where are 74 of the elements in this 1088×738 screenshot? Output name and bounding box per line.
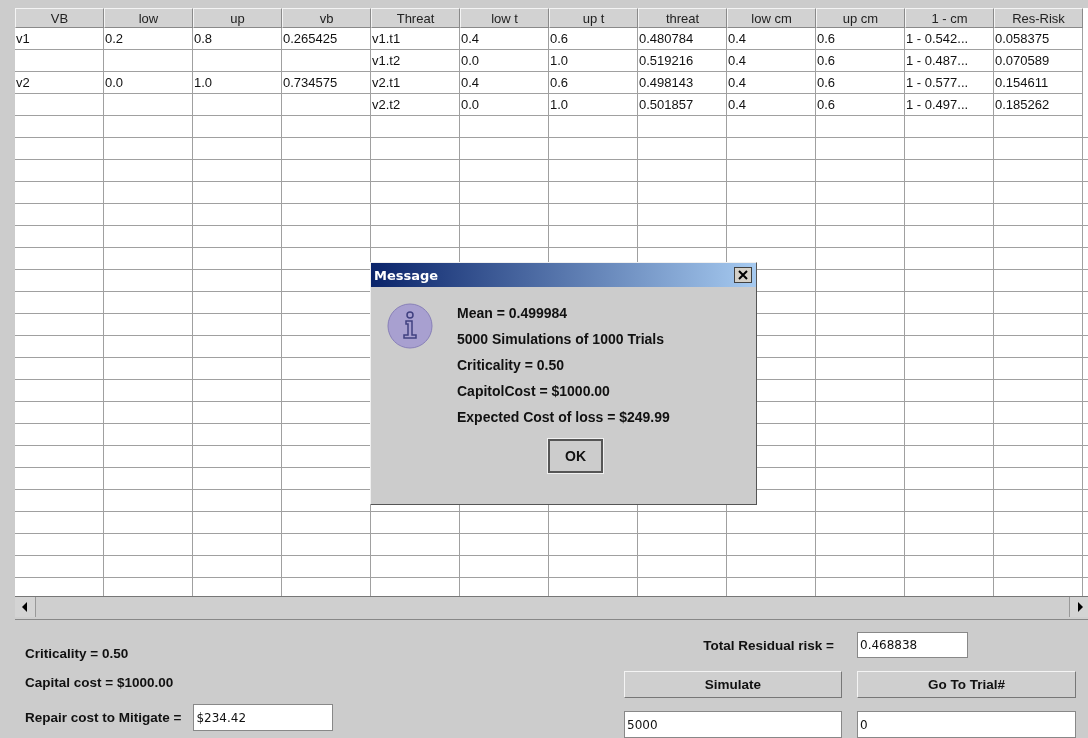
table-cell: 0.8 xyxy=(193,28,282,50)
message-text: Expected Cost of loss = $249.99 xyxy=(457,409,670,427)
ok-button[interactable]: OK xyxy=(548,439,603,473)
table-cell: v2.t1 xyxy=(371,72,460,94)
table-cell: 0.058375 xyxy=(994,28,1083,50)
table-cell: 0.265425 xyxy=(282,28,371,50)
table-cell: 0.4 xyxy=(727,94,816,116)
column-header[interactable]: up xyxy=(193,8,282,28)
close-icon[interactable] xyxy=(734,267,752,283)
table-cell: v1.t2 xyxy=(371,50,460,72)
column-header[interactable]: low t xyxy=(460,8,549,28)
table-cell: 1.0 xyxy=(193,72,282,94)
table-cell: 0.6 xyxy=(549,28,638,50)
info-icon xyxy=(387,303,433,349)
residual-risk-field[interactable]: 0.468838 xyxy=(857,632,968,658)
message-text: CapitolCost = $1000.00 xyxy=(457,383,611,401)
table-cell: 0.6 xyxy=(549,72,638,94)
table-cell: 0.4 xyxy=(727,50,816,72)
table-cell: 1 - 0.577... xyxy=(905,72,994,94)
table-cell: 0.4 xyxy=(460,28,549,50)
column-header[interactable]: VB xyxy=(15,8,104,28)
table-cell: 1.0 xyxy=(549,50,638,72)
table-cell: 0.2 xyxy=(104,28,193,50)
table-cell: 0.480784 xyxy=(638,28,727,50)
table-cell: 1.0 xyxy=(549,94,638,116)
table-cell: 0.070589 xyxy=(994,50,1083,72)
column-header[interactable]: up t xyxy=(549,8,638,28)
table-cell: 1 - 0.497... xyxy=(905,94,994,116)
criticality-label: Criticality = 0.50 xyxy=(25,646,130,661)
scroll-left-icon[interactable] xyxy=(15,597,36,617)
table-cell: 0.154611 xyxy=(994,72,1083,94)
table-cell: 0.4 xyxy=(460,72,549,94)
table-cell: 0.4 xyxy=(727,72,816,94)
column-header[interactable]: low xyxy=(104,8,193,28)
dialog-title: Message xyxy=(374,267,439,283)
message-text: 5000 Simulations of 1000 Trials xyxy=(457,331,665,349)
column-header[interactable]: threat xyxy=(638,8,727,28)
action-button[interactable]: Simulate xyxy=(624,671,842,698)
table-cell: v2 xyxy=(15,72,104,94)
table-cell: 0.0 xyxy=(460,94,549,116)
repair-cost-field[interactable]: $234.42 xyxy=(193,704,334,731)
table-cell: 0.0 xyxy=(460,50,549,72)
column-header[interactable]: Res-Risk xyxy=(994,8,1083,28)
scroll-right-icon[interactable] xyxy=(1069,597,1088,617)
table-cell: 1 - 0.487... xyxy=(905,50,994,72)
table-cell: 0.501857 xyxy=(638,94,727,116)
column-header[interactable]: 1 - cm xyxy=(905,8,994,28)
table-cell: 1 - 0.542... xyxy=(905,28,994,50)
table-cell: v1.t1 xyxy=(371,28,460,50)
table-cell: v2.t2 xyxy=(371,94,460,116)
table-cell: 0.519216 xyxy=(638,50,727,72)
column-header[interactable]: up cm xyxy=(816,8,905,28)
column-header[interactable]: Threat xyxy=(371,8,460,28)
input-field[interactable]: 5000 xyxy=(624,711,842,738)
capital-cost-label: Capital cost = $1000.00 xyxy=(25,675,175,690)
table-cell: 0.6 xyxy=(816,50,905,72)
message-text: Criticality = 0.50 xyxy=(457,357,565,375)
residual-risk-label: Total Residual risk = xyxy=(703,637,834,653)
table-cell: 0.4 xyxy=(727,28,816,50)
action-button[interactable]: Go To Trial# xyxy=(857,671,1076,698)
column-header[interactable]: vb xyxy=(282,8,371,28)
table-cell: 0.734575 xyxy=(282,72,371,94)
table-cell: 0.6 xyxy=(816,94,905,116)
table-cell: 0.185262 xyxy=(994,94,1083,116)
repair-cost-label: Repair cost to Mitigate = xyxy=(25,710,182,725)
table-cell: 0.6 xyxy=(816,72,905,94)
message-text: Mean = 0.499984 xyxy=(457,305,569,323)
column-header[interactable]: low cm xyxy=(727,8,816,28)
table-cell: v1 xyxy=(15,28,104,50)
horizontal-scrollbar[interactable] xyxy=(15,596,1088,620)
input-field[interactable]: 0 xyxy=(857,711,1076,738)
table-cell: 0.0 xyxy=(104,72,193,94)
table-cell: 0.6 xyxy=(816,28,905,50)
table-cell: 0.498143 xyxy=(638,72,727,94)
